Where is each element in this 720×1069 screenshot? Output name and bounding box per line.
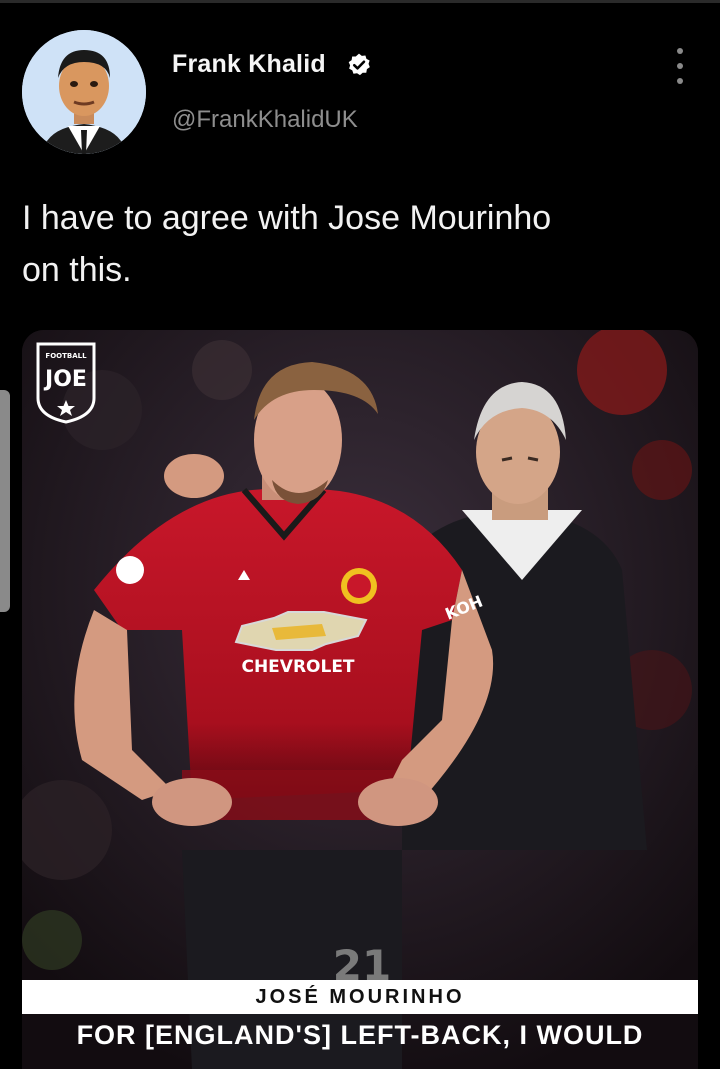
tweet-text-line: I have to agree with Jose Mourinho <box>22 199 552 237</box>
author-handle[interactable]: @FrankKhalidUK <box>172 106 358 134</box>
tweet-media-image[interactable]: CHEVROLET KOH 21 FOOTBALL JOE JOSÉ MOURI… <box>22 330 698 1069</box>
shirt-sponsor-text: CHEVROLET <box>241 657 354 677</box>
avatar[interactable] <box>22 30 146 154</box>
dot-icon <box>677 48 683 54</box>
caption-quote-text: FOR [ENGLAND'S] LEFT-BACK, I WOULD <box>76 1020 644 1050</box>
tweet-text-line: on this. <box>22 251 132 289</box>
football-joe-logo-icon: FOOTBALL JOE <box>36 342 96 424</box>
cartoon-avatar-icon <box>22 30 146 154</box>
logo-top-text: FOOTBALL <box>45 352 87 360</box>
dot-icon <box>677 78 683 84</box>
photo-scene: CHEVROLET KOH 21 <box>22 330 698 1069</box>
verified-badge-icon <box>348 53 370 76</box>
display-name[interactable]: Frank Khalid <box>172 50 326 79</box>
logo-main-text: JOE <box>43 367 87 392</box>
caption-name-bar: JOSÉ MOURINHO <box>22 980 698 1014</box>
dot-icon <box>677 63 683 69</box>
more-options-button[interactable] <box>670 48 690 84</box>
tweet-text: I have to agree with Jose Mourinho on th… <box>22 192 692 296</box>
edge-panel-handle[interactable] <box>0 390 10 612</box>
top-divider <box>0 0 720 3</box>
